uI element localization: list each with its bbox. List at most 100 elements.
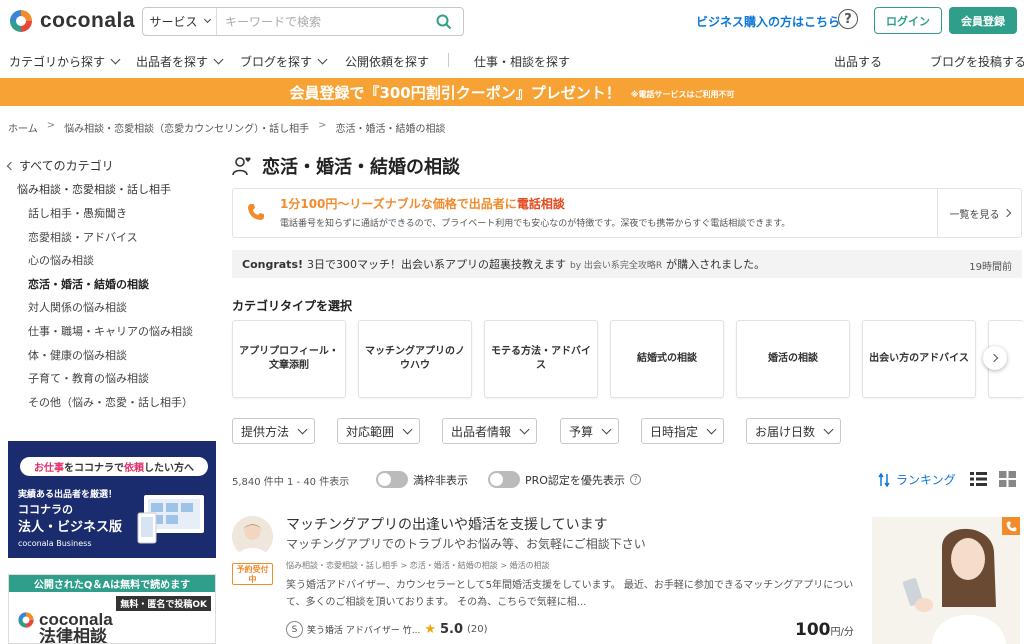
sidebar-all-label: すべてのカテゴリ	[19, 159, 114, 173]
sort-icon	[878, 472, 890, 487]
breadcrumb-parent[interactable]: 悩み相談・恋愛相談（恋愛カウンセリング）・話し相手	[64, 120, 309, 135]
help-icon[interactable]: ?	[629, 474, 641, 485]
sidebar-item-active[interactable]: 恋活・婚活・結婚の相談	[28, 276, 193, 300]
sidebar-item[interactable]: 話し相手・愚痴聞き	[28, 205, 193, 229]
filter-coverage[interactable]: 対応範囲	[337, 418, 421, 444]
help-icon[interactable]: ?	[838, 9, 858, 29]
sidebar-category-list: 話し相手・愚痴聞き 恋愛相談・アドバイス 心の悩み相談 恋活・婚活・結婚の相談 …	[28, 205, 193, 417]
result-count: 5,840 件中 1 - 40 件表示	[232, 477, 350, 488]
sidebar-item[interactable]: 対人関係の悩み相談	[28, 299, 193, 323]
listing-subtitle: マッチングアプリでのトラブルやお悩み等、お気軽にご相談下さい	[286, 537, 646, 551]
business-ad-banner[interactable]: お仕事 をココナラで 依頼 したい方へ 実績ある出品者を厳選！ ココナラの 法人・ビジ…	[8, 441, 216, 558]
filter-delivery-days[interactable]: お届け日数	[746, 418, 842, 444]
review-count: (20)	[467, 624, 488, 635]
nav-post-blog[interactable]: ブログを投稿する	[930, 53, 1024, 70]
phone-consult-promo[interactable]: 1分100円〜リーズナブルな価格で出品者に電話相談 電話番号を知らずに通話ができ…	[232, 188, 1022, 238]
login-button[interactable]: ログイン	[874, 7, 942, 34]
sidebar-item[interactable]: 子育て・教育の悩み相談	[28, 370, 193, 394]
toggle-pro-priority[interactable]: PRO認定を優先表示 ?	[488, 471, 641, 488]
ad-pill-em: 依頼	[124, 463, 144, 474]
sidebar-all-categories[interactable]: すべてのカテゴリ	[6, 157, 114, 174]
coconala-logo[interactable]: coconala	[8, 8, 135, 34]
sidebar-item[interactable]: 恋愛相談・アドバイス	[28, 229, 193, 253]
filter-label: 日時指定	[650, 424, 699, 439]
search-category-select[interactable]: サービス	[143, 8, 217, 35]
category-card[interactable]: モテる方法・アドバイス	[484, 320, 598, 398]
phone-icon	[248, 204, 264, 220]
sidebar-item[interactable]: 心の悩み相談	[28, 252, 193, 276]
nav-label: カテゴリから探す	[9, 55, 106, 69]
search-category-label: サービス	[149, 15, 198, 29]
rating-value: 5.0	[439, 622, 463, 637]
toggle-label: PRO認定を優先表示	[525, 473, 625, 487]
coupon-banner[interactable]: 会員登録で『300円割引クーポン』プレゼント！ ※電話サービスはご利用不可	[0, 78, 1024, 106]
signup-button[interactable]: 会員登録	[949, 7, 1017, 34]
filter-datetime[interactable]: 日時指定	[641, 418, 725, 444]
filter-budget[interactable]: 予算	[560, 418, 620, 444]
toggle-switch[interactable]	[376, 471, 408, 488]
promo-title-text: 1分100円〜リーズナブルな価格で出品者に	[280, 197, 517, 211]
nav-divider	[448, 53, 449, 67]
grid-view-icon[interactable]	[999, 471, 1016, 487]
ad-line: 実績ある出品者を厳選！	[18, 490, 118, 500]
nav-category[interactable]: カテゴリから探す	[9, 53, 121, 70]
seller-rank-icon: S	[286, 621, 303, 638]
seller-name[interactable]: 笑う婚活 アドバイザー 竹...	[307, 623, 420, 636]
banner-note: ※電話サービスはご利用不可	[630, 89, 735, 99]
breadcrumb-current: 恋活・婚活・結婚の相談	[335, 124, 446, 135]
ad2-logo-sub: 法律相談	[39, 627, 107, 644]
ad2-tag: 無料・匿名で投稿OK	[116, 596, 211, 611]
carousel-next-button[interactable]	[983, 346, 1007, 370]
sidebar-item[interactable]: その他（悩み・恋愛・話し相手）	[28, 394, 193, 418]
toggle-switch[interactable]	[488, 471, 520, 488]
ad2-logo: coconala 法律相談	[17, 611, 113, 644]
business-purchase-link[interactable]: ビジネス購入の方はこちら	[696, 13, 840, 30]
category-card[interactable]: 婚活の相談	[736, 320, 850, 398]
chevron-down-icon	[317, 54, 328, 65]
promo-title-em: 電話相談	[516, 197, 565, 211]
chevron-down-icon	[601, 424, 612, 434]
nav-jobs[interactable]: 仕事・相談を探す	[474, 53, 570, 70]
ad-pill-text: したい方へ	[144, 463, 194, 474]
filter-seller-info[interactable]: 出品者情報	[442, 418, 538, 444]
nav-requests[interactable]: 公開依頼を探す	[345, 53, 429, 70]
category-card[interactable]: 結婚式の相談	[610, 320, 724, 398]
price-unit: 円/分	[830, 627, 854, 638]
global-nav: カテゴリから探す 出品者を探す ブログを探す 公開依頼を探す 仕事・相談を探す …	[0, 44, 1024, 76]
banner-main-text: 会員登録で『300円割引クーポン』プレゼント！	[289, 83, 621, 102]
listing-title[interactable]: マッチングアプリの出逢いや婚活を支援しています	[286, 514, 608, 534]
chevron-down-icon	[110, 54, 121, 65]
price-value: 100	[795, 620, 831, 640]
category-card[interactable]: 出会い方のアドバイス	[862, 320, 976, 398]
purchase-notice[interactable]: Congrats! 3日で300マッチ！出会い系アプリの超裏技教えます by 出…	[232, 250, 1022, 278]
sidebar-item[interactable]: 仕事・職場・キャリアの悩み相談	[28, 323, 193, 347]
sidebar-item[interactable]: 体・健康の悩み相談	[28, 347, 193, 371]
category-card[interactable]: アプリプロフィール・文章添削	[232, 320, 346, 398]
nav-sellers[interactable]: 出品者を探す	[136, 53, 224, 70]
legal-ad-banner[interactable]: 公開されたQ＆Aは無料で読めます 無料・匿名で投稿OK coconala 法律相…	[8, 574, 216, 644]
nav-blogs[interactable]: ブログを探す	[240, 53, 328, 70]
category-card[interactable]: マッチングアプリのノウハウ	[358, 320, 472, 398]
reservation-badge: 予約受付中	[232, 563, 273, 585]
listing-breadcrumb: 悩み相談・恋愛相談・話し相手 > 恋活・婚活・結婚の相談 > 婚活の相談	[286, 561, 550, 570]
toggle-hide-full[interactable]: 満枠非表示	[376, 471, 468, 488]
nav-label: ブログを探す	[240, 55, 313, 69]
sort-ranking[interactable]: ランキング	[878, 471, 956, 488]
breadcrumb: ホーム > 悩み相談・恋愛相談（恋愛カウンセリング）・話し相手 > 恋活・婚活・…	[8, 120, 445, 135]
search-button[interactable]	[425, 8, 463, 35]
list-view-icon[interactable]	[970, 471, 987, 487]
sidebar-parent-category[interactable]: 悩み相談・恋愛相談・話し相手	[17, 181, 171, 197]
breadcrumb-home[interactable]: ホーム	[8, 120, 38, 135]
filter-provision[interactable]: 提供方法	[232, 418, 316, 444]
filter-label: お届け日数	[755, 424, 816, 439]
search-input[interactable]	[217, 14, 425, 29]
avatar-portrait	[232, 516, 273, 557]
seller-avatar[interactable]	[232, 516, 273, 557]
nav-sell[interactable]: 出品する	[834, 53, 882, 70]
filter-label: 出品者情報	[451, 424, 512, 439]
listing-thumbnail[interactable]	[872, 517, 1020, 644]
chevron-down-icon	[706, 424, 717, 434]
page-title: 恋活・婚活・結婚の相談	[262, 157, 460, 178]
chevron-down-icon	[213, 54, 224, 65]
view-list-link[interactable]: 一覧を見る	[937, 189, 1021, 237]
